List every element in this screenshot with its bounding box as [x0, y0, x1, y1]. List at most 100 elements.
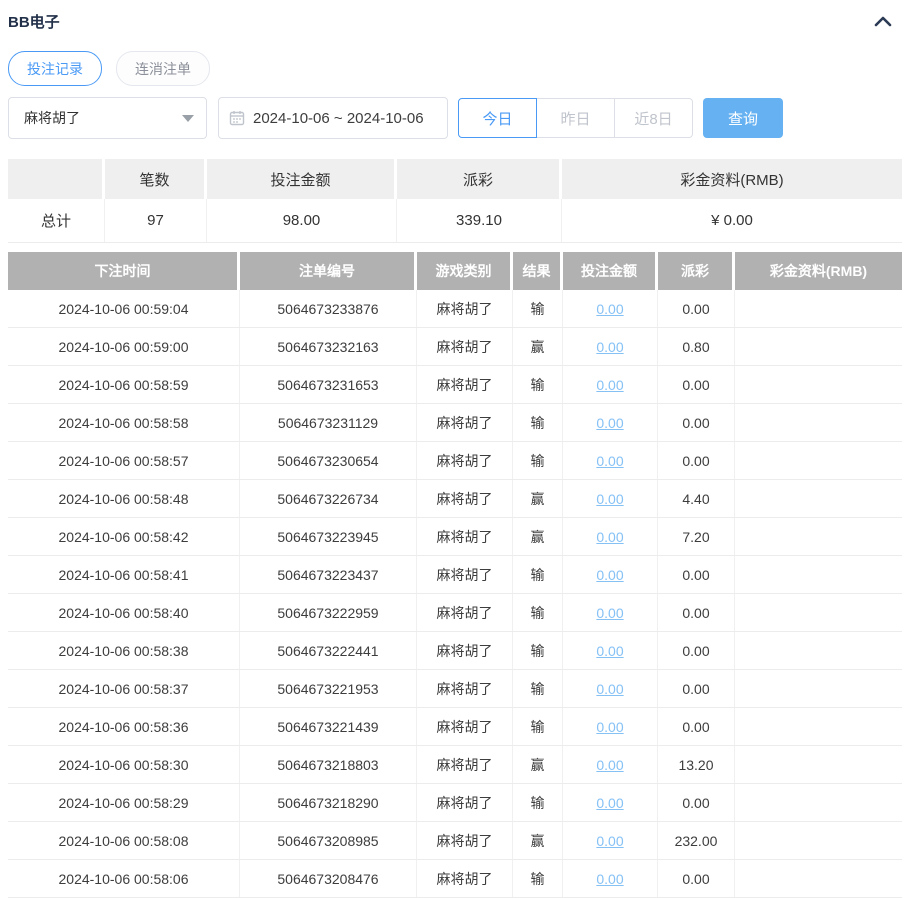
cell-bet-number: 5064673222959 [240, 594, 417, 631]
date-range-value: 2024-10-06 ~ 2024-10-06 [253, 110, 424, 127]
cell-game-type: 麻将胡了 [417, 594, 513, 631]
cell-bonus [735, 480, 902, 517]
cell-bet-number: 5064673222441 [240, 632, 417, 669]
bet-amount-link[interactable]: 0.00 [596, 871, 623, 887]
cell-bet-amount: 0.00 [563, 290, 658, 327]
game-select[interactable]: 麻将胡了 [8, 97, 207, 139]
summary-header-count: 笔数 [105, 159, 207, 199]
cell-result: 赢 [513, 746, 563, 783]
panel-header: BB电子 [8, 10, 902, 32]
bet-amount-link[interactable]: 0.00 [596, 833, 623, 849]
cell-game-type: 麻将胡了 [417, 708, 513, 745]
table-row: 2024-10-06 00:58:41 5064673223437 麻将胡了 输… [8, 556, 902, 594]
cell-bet-time: 2024-10-06 00:58:30 [8, 746, 240, 783]
cell-bet-time: 2024-10-06 00:58:58 [8, 404, 240, 441]
cell-game-type: 麻将胡了 [417, 822, 513, 859]
cell-payout: 0.00 [658, 594, 735, 631]
cell-payout: 13.20 [658, 746, 735, 783]
cell-bet-number: 5064673223945 [240, 518, 417, 555]
game-select-value: 麻将胡了 [24, 108, 80, 128]
tab-cancelled-bets[interactable]: 连消注单 [116, 51, 210, 86]
cell-bonus [735, 632, 902, 669]
cell-game-type: 麻将胡了 [417, 328, 513, 365]
cell-game-type: 麻将胡了 [417, 860, 513, 897]
cell-bet-amount: 0.00 [563, 442, 658, 479]
cell-result: 输 [513, 784, 563, 821]
filter-bar: 麻将胡了 2024-10-06 ~ 2024-10-06 今日昨日近8 [8, 97, 902, 139]
cell-result: 输 [513, 442, 563, 479]
cell-payout: 0.00 [658, 290, 735, 327]
bet-amount-link[interactable]: 0.00 [596, 757, 623, 773]
table-row: 2024-10-06 00:58:59 5064673231653 麻将胡了 输… [8, 366, 902, 404]
cell-payout: 7.20 [658, 518, 735, 555]
table-row: 2024-10-06 00:58:42 5064673223945 麻将胡了 赢… [8, 518, 902, 556]
cell-bet-amount: 0.00 [563, 670, 658, 707]
cell-bet-amount: 0.00 [563, 366, 658, 403]
cell-bonus [735, 404, 902, 441]
cell-result: 输 [513, 290, 563, 327]
cell-bonus [735, 442, 902, 479]
bet-amount-link[interactable]: 0.00 [596, 339, 623, 355]
cell-bonus [735, 784, 902, 821]
date-range-picker[interactable]: 2024-10-06 ~ 2024-10-06 [218, 97, 448, 139]
cell-bet-amount: 0.00 [563, 404, 658, 441]
bet-amount-link[interactable]: 0.00 [596, 795, 623, 811]
bet-amount-link[interactable]: 0.00 [596, 567, 623, 583]
records-body: 2024-10-06 00:59:04 5064673233876 麻将胡了 输… [8, 290, 902, 898]
cell-result: 输 [513, 632, 563, 669]
cell-bet-amount: 0.00 [563, 746, 658, 783]
bet-amount-link[interactable]: 0.00 [596, 529, 623, 545]
quick-button-yesterday[interactable]: 昨日 [536, 98, 615, 138]
cell-bet-time: 2024-10-06 00:58:48 [8, 480, 240, 517]
summary-total-payout: 339.10 [397, 199, 562, 242]
cell-result: 赢 [513, 518, 563, 555]
cell-game-type: 麻将胡了 [417, 556, 513, 593]
cell-bonus [735, 746, 902, 783]
summary-header-bet-amount: 投注金额 [207, 159, 397, 199]
table-row: 2024-10-06 00:58:36 5064673221439 麻将胡了 输… [8, 708, 902, 746]
summary-total-label: 总计 [8, 199, 105, 242]
cell-bet-amount: 0.00 [563, 556, 658, 593]
tab-bet-records[interactable]: 投注记录 [8, 51, 102, 86]
cell-bet-number: 5064673208985 [240, 822, 417, 859]
cell-bet-number: 5064673232163 [240, 328, 417, 365]
cell-bet-number: 5064673226734 [240, 480, 417, 517]
quick-button-near8days[interactable]: 近8日 [614, 98, 693, 138]
caret-down-icon [182, 115, 194, 122]
cell-payout: 0.00 [658, 670, 735, 707]
bet-records-panel: BB电子 投注记录 连消注单 麻将胡了 [0, 0, 910, 898]
bet-amount-link[interactable]: 0.00 [596, 491, 623, 507]
cell-bet-amount: 0.00 [563, 708, 658, 745]
cell-game-type: 麻将胡了 [417, 366, 513, 403]
summary-header-bonus: 彩金资料(RMB) [562, 159, 902, 199]
cell-bonus [735, 290, 902, 327]
bet-amount-link[interactable]: 0.00 [596, 453, 623, 469]
summary-header-payout: 派彩 [397, 159, 562, 199]
query-button[interactable]: 查询 [703, 98, 783, 138]
bet-amount-link[interactable]: 0.00 [596, 719, 623, 735]
table-row: 2024-10-06 00:58:29 5064673218290 麻将胡了 输… [8, 784, 902, 822]
cell-bet-time: 2024-10-06 00:58:29 [8, 784, 240, 821]
cell-result: 输 [513, 556, 563, 593]
bet-amount-link[interactable]: 0.00 [596, 415, 623, 431]
cell-payout: 0.00 [658, 404, 735, 441]
summary-total-count: 97 [105, 199, 207, 242]
cell-result: 输 [513, 404, 563, 441]
records-header-bonus: 彩金资料(RMB) [735, 252, 902, 290]
cell-bet-number: 5064673208476 [240, 860, 417, 897]
records-header-row: 下注时间 注单编号 游戏类别 结果 投注金额 派彩 彩金资料(RMB) [8, 252, 902, 290]
bet-amount-link[interactable]: 0.00 [596, 605, 623, 621]
quick-button-today[interactable]: 今日 [458, 98, 537, 138]
collapse-button[interactable] [872, 10, 894, 32]
bet-amount-link[interactable]: 0.00 [596, 681, 623, 697]
bet-amount-link[interactable]: 0.00 [596, 643, 623, 659]
bet-amount-link[interactable]: 0.00 [596, 301, 623, 317]
cell-bet-time: 2024-10-06 00:59:00 [8, 328, 240, 365]
bet-amount-link[interactable]: 0.00 [596, 377, 623, 393]
summary-table: 笔数 投注金额 派彩 彩金资料(RMB) 总计 97 98.00 339.10 … [8, 159, 902, 243]
cell-bet-number: 5064673218803 [240, 746, 417, 783]
table-row: 2024-10-06 00:58:08 5064673208985 麻将胡了 赢… [8, 822, 902, 860]
cell-bonus [735, 328, 902, 365]
table-row: 2024-10-06 00:59:04 5064673233876 麻将胡了 输… [8, 290, 902, 328]
cell-game-type: 麻将胡了 [417, 404, 513, 441]
